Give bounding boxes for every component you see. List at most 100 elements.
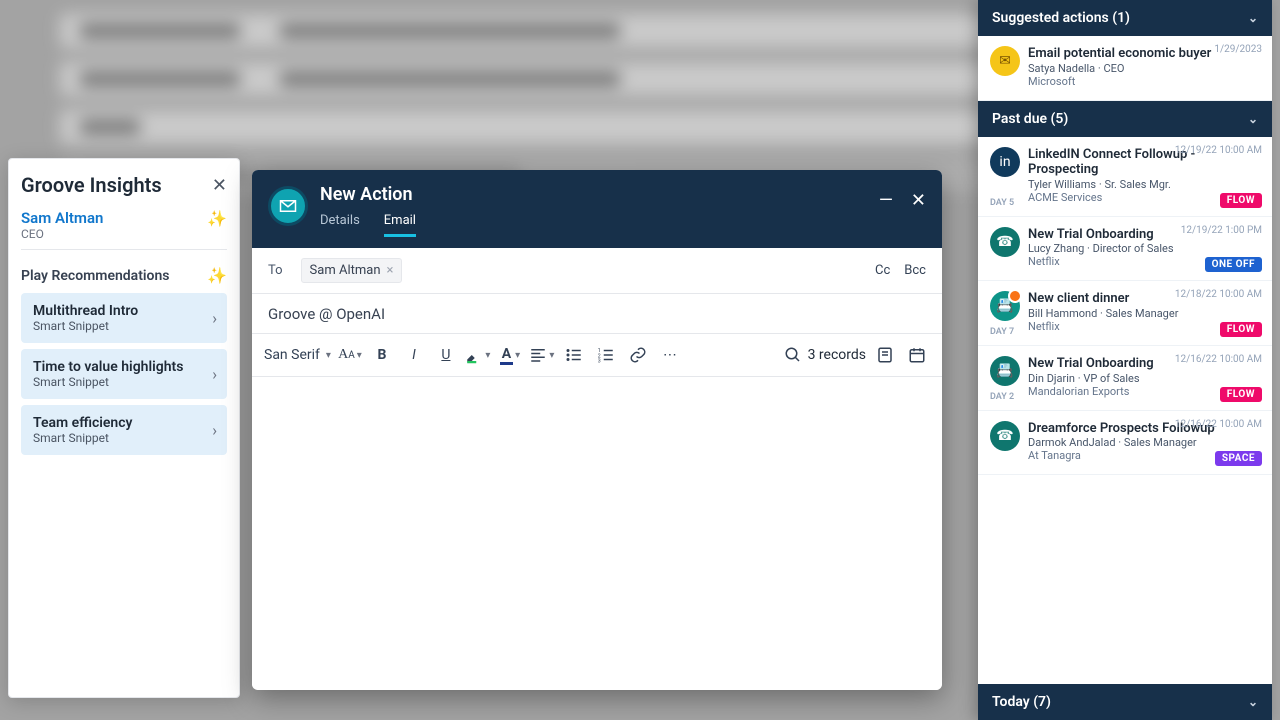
template-button[interactable] (872, 342, 898, 368)
mail-icon (279, 197, 297, 215)
action-person: Bill Hammond · Sales Manager (1028, 307, 1178, 320)
align-button[interactable]: ▾ (529, 342, 555, 368)
play-recommendation-item[interactable]: Time to value highlightsSmart Snippet› (21, 349, 227, 399)
tab-email[interactable]: Email (384, 213, 416, 237)
play-recommendation-item[interactable]: Team efficiencySmart Snippet› (21, 405, 227, 455)
chevron-down-icon: ▾ (485, 350, 490, 361)
past-due-item[interactable]: ☎ New Trial OnboardingLucy Zhang · Direct… (978, 217, 1272, 282)
chevron-down-icon: ▾ (357, 350, 362, 361)
past-due-item[interactable]: inLinkedIN Connect Followup - Prospectin… (978, 137, 1272, 217)
font-family-picker[interactable]: San Serif▾ (264, 342, 331, 368)
highlighter-icon (465, 346, 483, 364)
action-day: DAY 5 (990, 198, 1014, 208)
highlight-color-button[interactable]: ▾ (465, 342, 491, 368)
compose-window: New Action Details Email — ✕ To Sam Altm… (252, 170, 942, 690)
insights-close-button[interactable]: ✕ (212, 175, 227, 196)
action-company: Mandalorian Exports (1028, 385, 1154, 398)
calendar-icon (908, 346, 926, 364)
action-type-icon: ☎ (990, 421, 1020, 451)
chevron-down-icon: ▾ (549, 350, 554, 361)
compose-close-button[interactable]: ✕ (911, 190, 926, 211)
chevron-right-icon: › (212, 309, 217, 328)
action-type-icon: 📇 (990, 291, 1020, 321)
action-company: Netflix (1028, 255, 1174, 268)
action-date: 12/19/22 1:00 PM (1181, 225, 1262, 236)
magic-wand-icon[interactable]: ✨ (207, 209, 227, 241)
action-person: Din Djarin · VP of Sales (1028, 372, 1154, 385)
subject-row (252, 294, 942, 334)
link-button[interactable] (625, 342, 651, 368)
action-tag: SPACE (1215, 451, 1262, 466)
search-icon (784, 346, 802, 364)
font-size-button[interactable]: AA▾ (337, 342, 363, 368)
action-type-icon: 📇 (990, 356, 1020, 386)
action-tag: FLOW (1220, 193, 1262, 208)
chevron-down-icon: ⌄ (1248, 695, 1258, 709)
action-company: Netflix (1028, 320, 1178, 333)
action-title: New client dinner (1028, 291, 1178, 307)
compose-title: New Action (320, 184, 416, 205)
compose-header: New Action Details Email — ✕ (252, 170, 942, 248)
chip-remove-icon[interactable]: × (387, 263, 394, 278)
mail-icon: ✉ (990, 46, 1020, 76)
chevron-right-icon: › (212, 365, 217, 384)
bullet-list-button[interactable] (561, 342, 587, 368)
past-due-item[interactable]: 📇 New client dinnerBill Hammond · Sales M… (978, 281, 1272, 346)
email-body-editor[interactable] (252, 377, 942, 690)
bcc-button[interactable]: Bcc (904, 263, 926, 278)
past-due-header[interactable]: Past due (5) ⌄ (978, 101, 1272, 137)
play-title: Time to value highlights (33, 359, 215, 375)
today-header[interactable]: Today (7) ⌄ (978, 684, 1272, 720)
close-icon: ✕ (212, 175, 227, 196)
play-recommendation-item[interactable]: Multithread IntroSmart Snippet› (21, 293, 227, 343)
insights-panel: Groove Insights ✕ Sam Altman CEO ✨ Play … (8, 158, 240, 698)
template-icon (876, 346, 894, 364)
align-left-icon (529, 346, 547, 364)
play-subtitle: Smart Snippet (33, 375, 215, 389)
underline-button[interactable]: U (433, 342, 459, 368)
play-subtitle: Smart Snippet (33, 431, 215, 445)
minimize-button[interactable]: — (879, 190, 893, 211)
past-due-item[interactable]: 📇 New Trial OnboardingDin Djarin · VP of … (978, 346, 1272, 411)
past-due-item[interactable]: ☎Dreamforce Prospects FollowupDarmok And… (978, 411, 1272, 476)
action-title: New Trial Onboarding (1028, 356, 1154, 372)
recipient-chip[interactable]: Sam Altman × (301, 258, 403, 283)
suggested-actions-header[interactable]: Suggested actions (1) ⌄ (978, 0, 1272, 36)
play-subtitle: Smart Snippet (33, 319, 215, 333)
contact-name: Sam Altman (21, 209, 103, 227)
contact-role: CEO (21, 227, 103, 241)
text-color-button[interactable]: A▾ (497, 342, 523, 368)
suggested-action-item[interactable]: ✉ Email potential economic buyer Satya N… (978, 36, 1272, 101)
magic-wand-icon[interactable]: ✨ (207, 266, 227, 285)
action-person: Lucy Zhang · Director of Sales (1028, 242, 1174, 255)
action-type-icon: ☎ (990, 227, 1020, 257)
action-title: New Trial Onboarding (1028, 227, 1174, 243)
insights-title: Groove Insights (21, 173, 162, 197)
close-icon: ✕ (911, 190, 926, 211)
action-company: At Tanagra (1028, 449, 1215, 462)
chevron-down-icon: ▾ (515, 350, 520, 361)
action-person: Darmok AndJalad · Sales Manager (1028, 436, 1215, 449)
chevron-down-icon: ⌄ (1248, 112, 1258, 126)
action-date: 12/18/22 10:00 AM (1175, 289, 1262, 300)
editor-toolbar: San Serif▾ AA▾ B I U ▾ A▾ ▾ 123 ⋯ 3 reco… (252, 334, 942, 377)
tab-details[interactable]: Details (320, 213, 360, 237)
more-formatting-button[interactable]: ⋯ (657, 342, 683, 368)
cc-button[interactable]: Cc (875, 263, 890, 278)
chevron-down-icon: ▾ (326, 350, 331, 361)
subject-input[interactable] (268, 305, 926, 323)
minimize-icon: — (879, 190, 893, 211)
calendar-button[interactable] (904, 342, 930, 368)
numbered-list-button[interactable]: 123 (593, 342, 619, 368)
play-title: Multithread Intro (33, 303, 215, 319)
action-date: 12/16/22 10:00 AM (1175, 419, 1262, 430)
insights-contact[interactable]: Sam Altman CEO ✨ (21, 209, 227, 250)
ellipsis-icon: ⋯ (663, 347, 677, 363)
records-button[interactable]: 3 records (784, 346, 866, 364)
bold-button[interactable]: B (369, 342, 395, 368)
recipient-name: Sam Altman (310, 263, 381, 278)
actions-sidebar: Suggested actions (1) ⌄ ✉ Email potentia… (978, 0, 1272, 720)
play-recommendations-label: Play Recommendations (21, 268, 169, 284)
bullet-list-icon (565, 346, 583, 364)
italic-button[interactable]: I (401, 342, 427, 368)
